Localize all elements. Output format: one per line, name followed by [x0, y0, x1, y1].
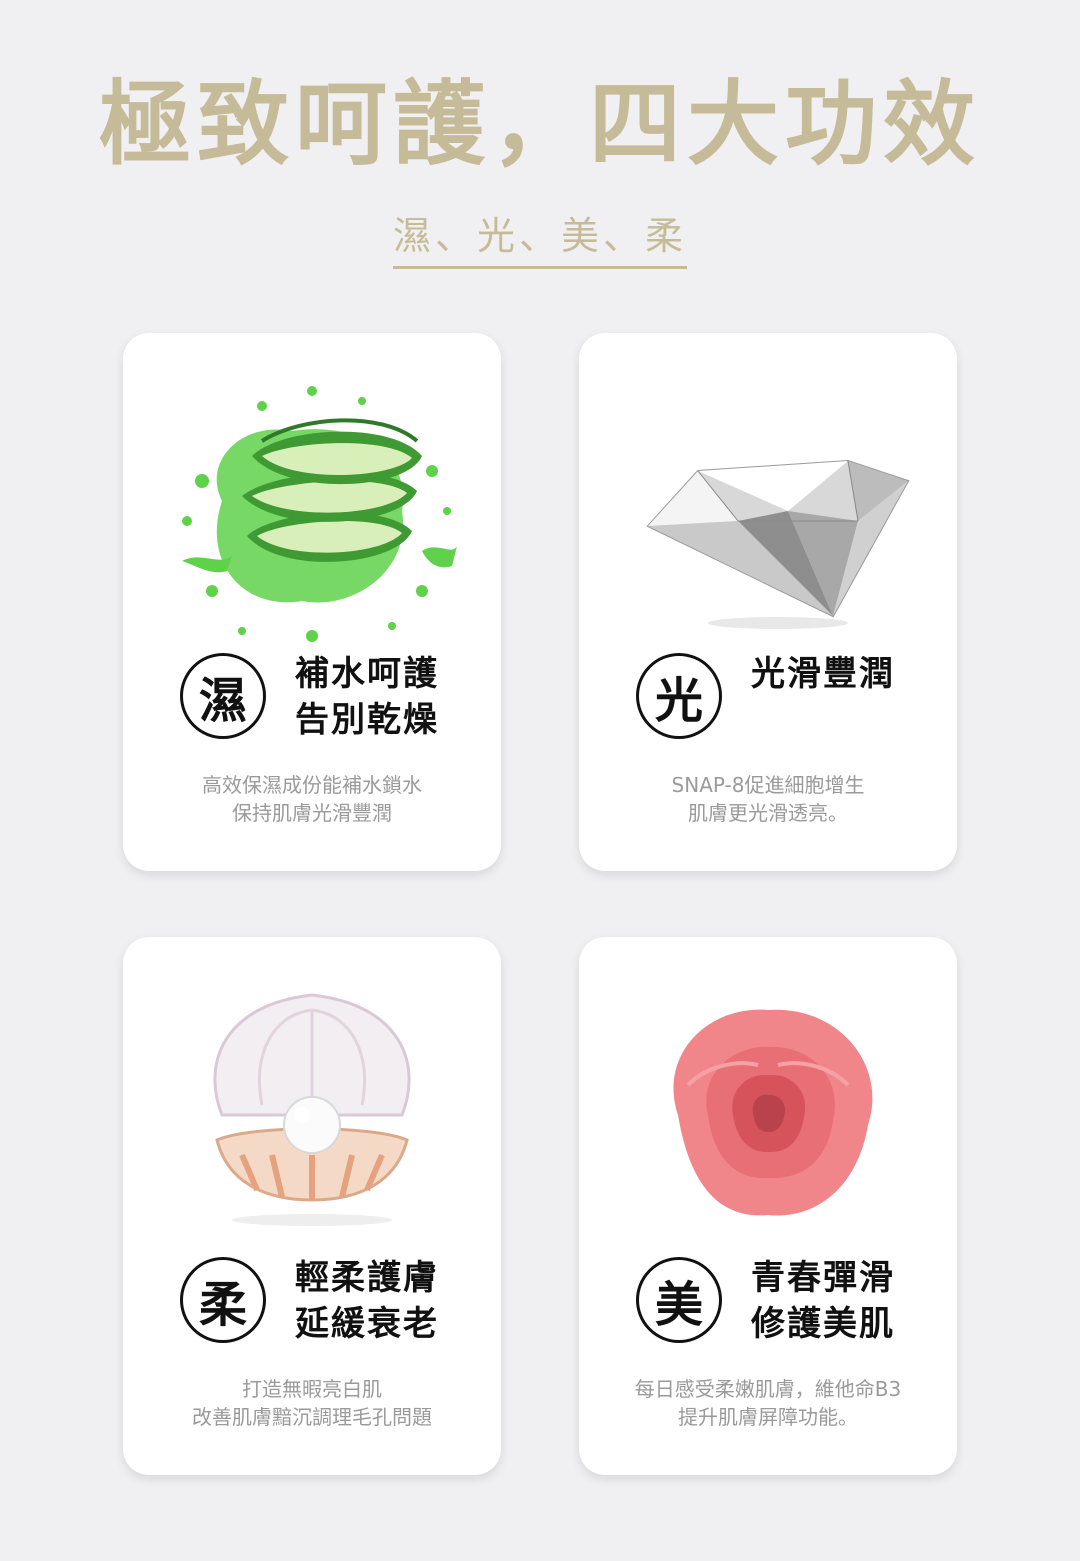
headline-line: 延緩衰老 [295, 1304, 439, 1344]
card-description: 高效保濕成份能補水鎖水 保持肌膚光滑豐潤 [123, 771, 501, 827]
feature-card-beauty: 美 青春彈滑 修護美肌 每日感受柔嫩肌膚，維他命B3 提升肌膚屏障功能。 [579, 937, 957, 1475]
desc-line: SNAP-8促進細胞增生 [671, 773, 865, 797]
desc-line: 高效保濕成份能補水鎖水 [202, 773, 422, 797]
headline-line: 補水呵護 [295, 654, 439, 694]
aloe-vera-splash-icon [182, 386, 457, 642]
pearl-shell-icon [213, 993, 411, 1226]
badge-moisture: 濕 [180, 653, 266, 739]
desc-line: 改善肌膚黯沉調理毛孔問題 [192, 1405, 432, 1429]
card-headline: 光滑豐潤 [751, 651, 951, 697]
desc-line: 提升肌膚屏障功能。 [678, 1405, 858, 1429]
feature-card-shine: 光 光滑豐潤 SNAP-8促進細胞增生 肌膚更光滑透亮。 [579, 333, 957, 871]
pink-rose-icon [673, 1009, 873, 1216]
headline-line: 青春彈滑 [751, 1258, 895, 1298]
headline-line: 修護美肌 [751, 1304, 895, 1344]
card-headline: 青春彈滑 修護美肌 [751, 1255, 951, 1347]
card-headline: 補水呵護 告別乾燥 [295, 651, 495, 743]
feature-card-soft: 柔 輕柔護膚 延緩衰老 打造無暇亮白肌 改善肌膚黯沉調理毛孔問題 [123, 937, 501, 1475]
badge-soft: 柔 [180, 1257, 266, 1343]
page-title: 極致呵護，四大功效 [98, 71, 981, 178]
subtitle-wrap: 濕、光、美、柔 [0, 212, 1080, 269]
card-description: SNAP-8促進細胞增生 肌膚更光滑透亮。 [579, 771, 957, 827]
headline-line: 告別乾燥 [295, 700, 439, 740]
badge-shine: 光 [636, 653, 722, 739]
badge-beauty: 美 [636, 1257, 722, 1343]
feature-card-moisture: 濕 補水呵護 告別乾燥 高效保濕成份能補水鎖水 保持肌膚光滑豐潤 [123, 333, 501, 871]
card-description: 打造無暇亮白肌 改善肌膚黯沉調理毛孔問題 [123, 1375, 501, 1431]
card-headline: 輕柔護膚 延緩衰老 [295, 1255, 495, 1347]
headline-line: 光滑豐潤 [751, 654, 895, 694]
desc-line: 打造無暇亮白肌 [242, 1377, 382, 1401]
headline-line: 輕柔護膚 [295, 1258, 439, 1298]
page-subtitle: 濕、光、美、柔 [392, 212, 687, 269]
desc-line: 肌膚更光滑透亮。 [688, 801, 848, 825]
desc-line: 保持肌膚光滑豐潤 [232, 801, 392, 825]
card-description: 每日感受柔嫩肌膚，維他命B3 提升肌膚屏障功能。 [579, 1375, 957, 1431]
desc-line: 每日感受柔嫩肌膚，維他命B3 [634, 1377, 902, 1401]
diamond-icon [646, 459, 910, 629]
